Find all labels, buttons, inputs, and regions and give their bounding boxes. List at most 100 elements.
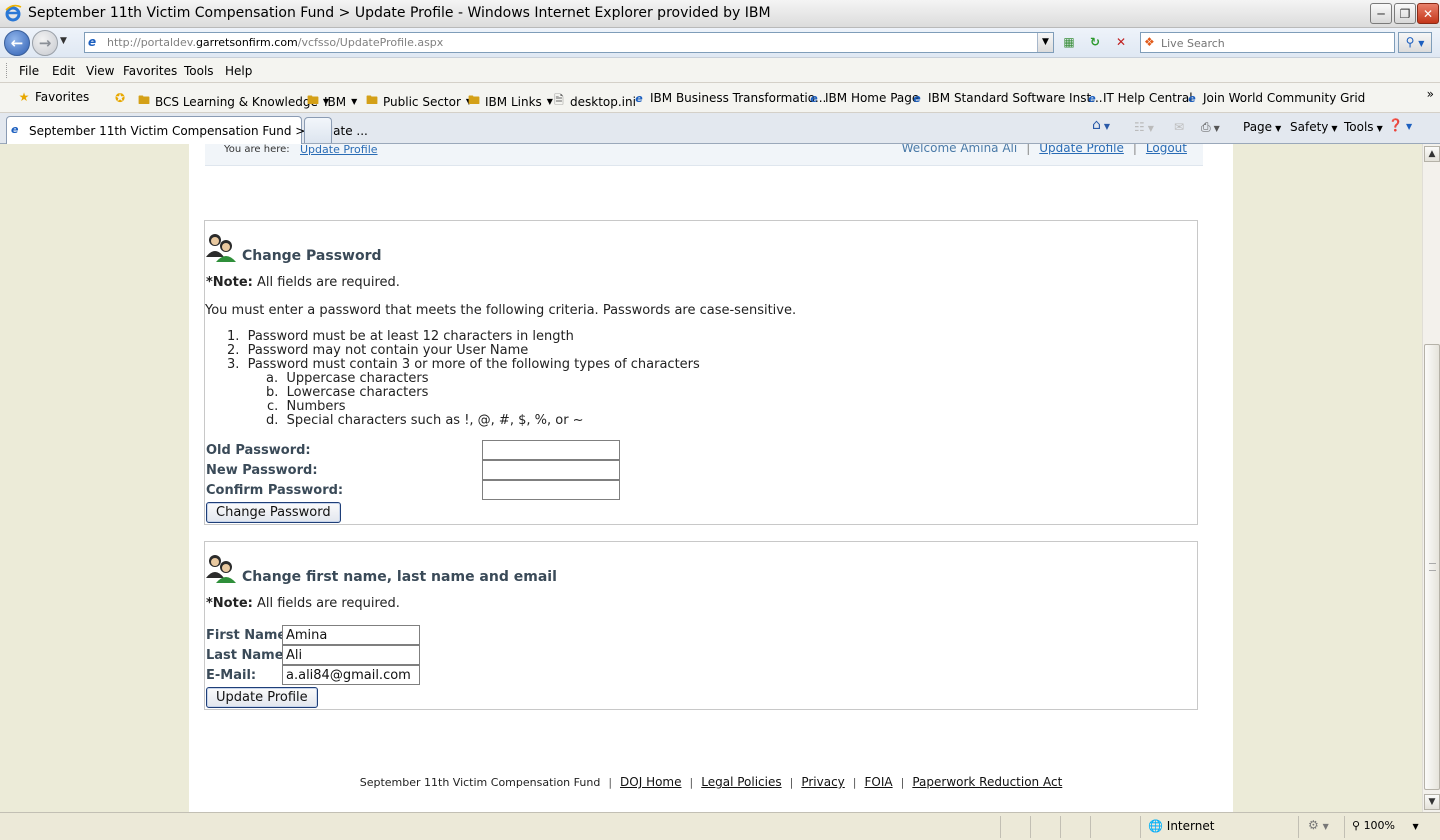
fav-item-bcs[interactable]: 🖿 BCS Learning & Knowledge ▼ <box>136 91 329 112</box>
help-button[interactable]: ❓ ▼ <box>1388 118 1412 132</box>
subcriteria-item: b. Lowercase characters <box>266 385 429 400</box>
print-button[interactable]: ⎙ ▼ <box>1201 120 1220 135</box>
confirm-password-field[interactable] <box>482 480 620 500</box>
folder-icon: 🖿 <box>365 93 378 107</box>
change-password-heading: Change Password <box>242 248 382 264</box>
menu-tools[interactable]: Tools <box>184 64 214 78</box>
divider: | <box>689 776 694 789</box>
search-input[interactable] <box>1161 35 1391 51</box>
footer-link-paperwork[interactable]: Paperwork Reduction Act <box>912 775 1062 789</box>
fav-item-ibm[interactable]: 🖿 IBM ▼ <box>305 91 357 112</box>
back-button[interactable]: ← <box>4 30 30 56</box>
update-profile-link[interactable]: Update Profile <box>1039 144 1124 155</box>
menu-file[interactable]: File <box>19 64 39 78</box>
close-button[interactable]: ✕ <box>1417 3 1439 24</box>
first-name-field[interactable] <box>282 625 420 645</box>
welcome-text: Welcome Amina Ali <box>901 144 1018 155</box>
old-password-field[interactable] <box>482 440 620 460</box>
menu-favorites[interactable]: Favorites <box>123 64 177 78</box>
footer-link-privacy[interactable]: Privacy <box>801 775 844 789</box>
more-favorites-icon[interactable]: » <box>1427 87 1434 101</box>
users-icon <box>206 555 236 583</box>
status-divider <box>1060 816 1061 838</box>
scroll-up-icon[interactable]: ▲ <box>1424 146 1440 162</box>
page-icon: e <box>1188 91 1196 105</box>
fav-item-ibm-standard[interactable]: e IBM Standard Software Inst... <box>909 91 1102 105</box>
subcriteria-item: d. Special characters such as !, @, #, $… <box>266 413 584 428</box>
minimize-button[interactable]: ─ <box>1370 3 1392 24</box>
footer-link-foia[interactable]: FOIA <box>865 775 893 789</box>
subcriteria-item: a. Uppercase characters <box>266 371 429 386</box>
restore-button[interactable]: ❐ <box>1394 3 1416 24</box>
add-to-favorites-button[interactable]: ✪ <box>112 91 131 105</box>
security-zone[interactable]: 🌐 Internet <box>1148 819 1214 833</box>
update-profile-button[interactable]: Update Profile <box>206 687 318 708</box>
scroll-thumb[interactable] <box>1424 344 1440 790</box>
compatibility-icon[interactable]: ▦ <box>1059 33 1079 52</box>
criteria-item: 3. Password must contain 3 or more of th… <box>227 357 700 372</box>
footer-link-legal[interactable]: Legal Policies <box>701 775 781 789</box>
feeds-button[interactable]: ☷ ▼ <box>1134 120 1154 134</box>
criteria-item: 1. Password must be at least 12 characte… <box>227 329 574 344</box>
refresh-icon[interactable]: ↻ <box>1085 33 1105 52</box>
tools-menu-button[interactable]: Tools ▼ <box>1344 120 1383 134</box>
new-password-field[interactable] <box>482 460 620 480</box>
footer-link-doj-home[interactable]: DOJ Home <box>620 775 681 789</box>
status-divider <box>1000 816 1001 838</box>
forward-button[interactable]: → <box>32 30 58 56</box>
page-content: You are here: Update Profile Welcome Ami… <box>189 144 1233 812</box>
safety-menu-button[interactable]: Safety ▼ <box>1290 120 1338 134</box>
search-button[interactable]: ⚲ ▼ <box>1398 32 1432 53</box>
url-dropdown-icon[interactable]: ▼ <box>1037 33 1053 52</box>
favorites-button[interactable]: ★ Favorites <box>16 90 90 104</box>
fav-item-desktop-ini[interactable]: 🗎 desktop.ini <box>551 91 636 112</box>
mail-icon: ✉ <box>1174 120 1185 134</box>
new-password-label: New Password: <box>206 463 318 478</box>
logout-link[interactable]: Logout <box>1146 144 1187 155</box>
read-mail-button[interactable]: ✉ <box>1174 120 1184 134</box>
menu-edit[interactable]: Edit <box>52 64 75 78</box>
status-divider <box>1344 816 1345 838</box>
search-box[interactable]: ❖ <box>1140 32 1395 53</box>
page-menu-button[interactable]: Page ▼ <box>1243 120 1281 134</box>
fav-item-public-sector[interactable]: 🖿 Public Sector ▼ <box>364 91 472 112</box>
menu-help[interactable]: Help <box>225 64 252 78</box>
fav-item-ibm-home[interactable]: e IBM Home Page <box>806 91 919 105</box>
tab-active[interactable]: e September 11th Victim Compensation Fun… <box>6 116 368 144</box>
new-tab-button[interactable] <box>304 117 332 143</box>
breadcrumb-update-profile-link[interactable]: Update Profile <box>300 144 378 156</box>
last-name-field[interactable] <box>282 645 420 665</box>
add-favorite-icon: ✪ <box>114 91 126 105</box>
recent-pages-dropdown[interactable]: ▼ <box>60 36 72 48</box>
vertical-scrollbar[interactable]: ▲ ▼ <box>1422 144 1440 812</box>
address-bar: ← → ▼ e http://portaldev.garretsonfirm.c… <box>0 28 1440 58</box>
divider: | <box>1132 144 1137 155</box>
email-field[interactable] <box>282 665 420 685</box>
fav-item-world-community[interactable]: e Join World Community Grid <box>1184 91 1365 105</box>
change-password-button[interactable]: Change Password <box>206 502 341 523</box>
divider: | <box>852 776 857 789</box>
subcriteria-item: c. Numbers <box>267 399 346 414</box>
zoom-control[interactable]: ⚲ 100% ▼ <box>1352 819 1419 832</box>
fav-item-ibm-links[interactable]: 🖿 IBM Links ▼ <box>466 91 553 112</box>
window-title: September 11th Victim Compensation Fund … <box>28 5 771 21</box>
zoom-icon: ⚲ <box>1352 819 1361 832</box>
fav-item-it-help[interactable]: e IT Help Central <box>1084 91 1192 105</box>
page-icon: e <box>88 35 97 49</box>
scroll-down-icon[interactable]: ▼ <box>1424 794 1440 810</box>
fav-item-ibm-business[interactable]: e IBM Business Transformatio... <box>631 91 826 105</box>
rss-icon: ☷ <box>1134 120 1145 134</box>
menu-view[interactable]: View <box>86 64 114 78</box>
protected-mode-icon[interactable]: ⚙ ▼ <box>1308 818 1329 832</box>
url-field[interactable]: e http://portaldev.garretsonfirm.com/vcf… <box>84 32 1054 53</box>
stop-icon[interactable]: ✕ <box>1111 33 1131 52</box>
search-icon: ⚲ <box>1405 35 1415 49</box>
star-icon: ★ <box>18 90 30 104</box>
confirm-password-label: Confirm Password: <box>206 483 344 498</box>
url-text: http://portaldev.garretsonfirm.com/vcfss… <box>107 36 444 49</box>
old-password-label: Old Password: <box>206 443 311 458</box>
status-divider <box>1140 816 1141 838</box>
home-button[interactable]: ⌂ ▼ <box>1092 117 1110 133</box>
profile-note: *Note: All fields are required. <box>206 596 400 611</box>
change-profile-heading: Change first name, last name and email <box>242 569 557 585</box>
